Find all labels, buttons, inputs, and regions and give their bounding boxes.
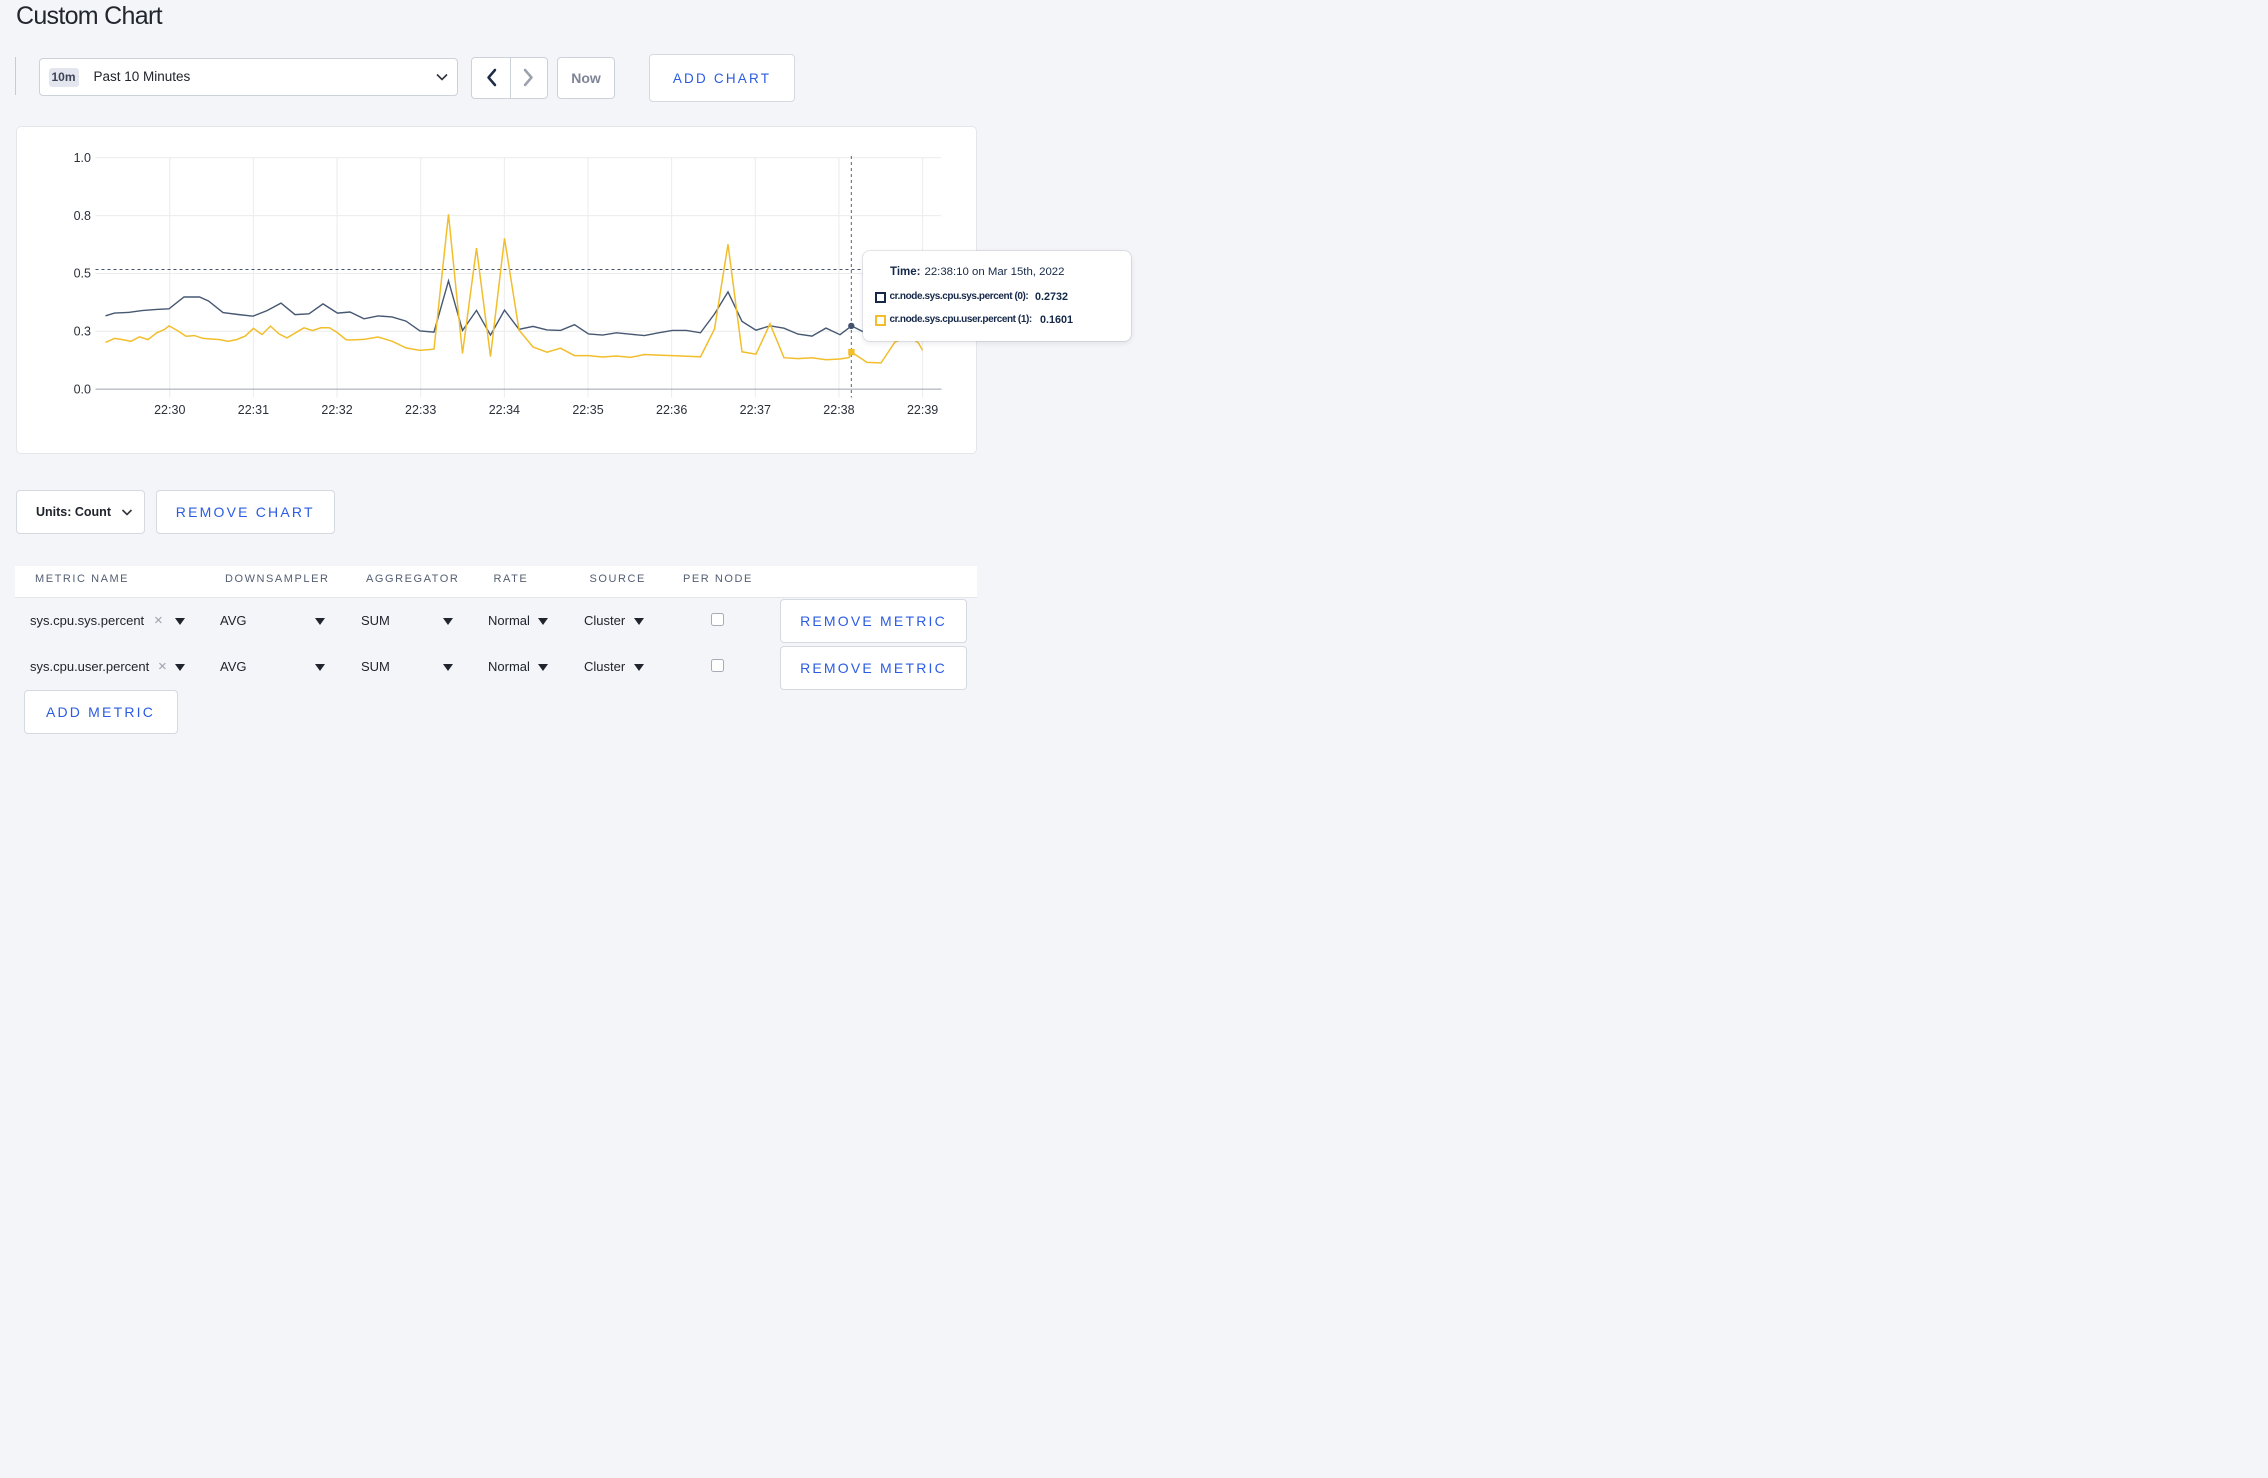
svg-text:0.3: 0.3 xyxy=(74,325,91,339)
svg-text:22:38: 22:38 xyxy=(823,403,854,417)
svg-text:0.0: 0.0 xyxy=(74,382,91,396)
svg-text:22:34: 22:34 xyxy=(489,403,520,417)
svg-text:22:32: 22:32 xyxy=(321,403,352,417)
svg-text:22:36: 22:36 xyxy=(656,403,687,417)
svg-text:22:35: 22:35 xyxy=(572,403,603,417)
svg-text:22:33: 22:33 xyxy=(405,403,436,417)
svg-text:0.5: 0.5 xyxy=(74,267,91,281)
svg-text:0.8: 0.8 xyxy=(74,209,91,223)
svg-text:22:39: 22:39 xyxy=(907,403,938,417)
svg-text:22:31: 22:31 xyxy=(238,403,269,417)
svg-text:1.0: 1.0 xyxy=(74,151,91,165)
svg-text:22:37: 22:37 xyxy=(740,403,771,417)
svg-text:22:30: 22:30 xyxy=(154,403,185,417)
